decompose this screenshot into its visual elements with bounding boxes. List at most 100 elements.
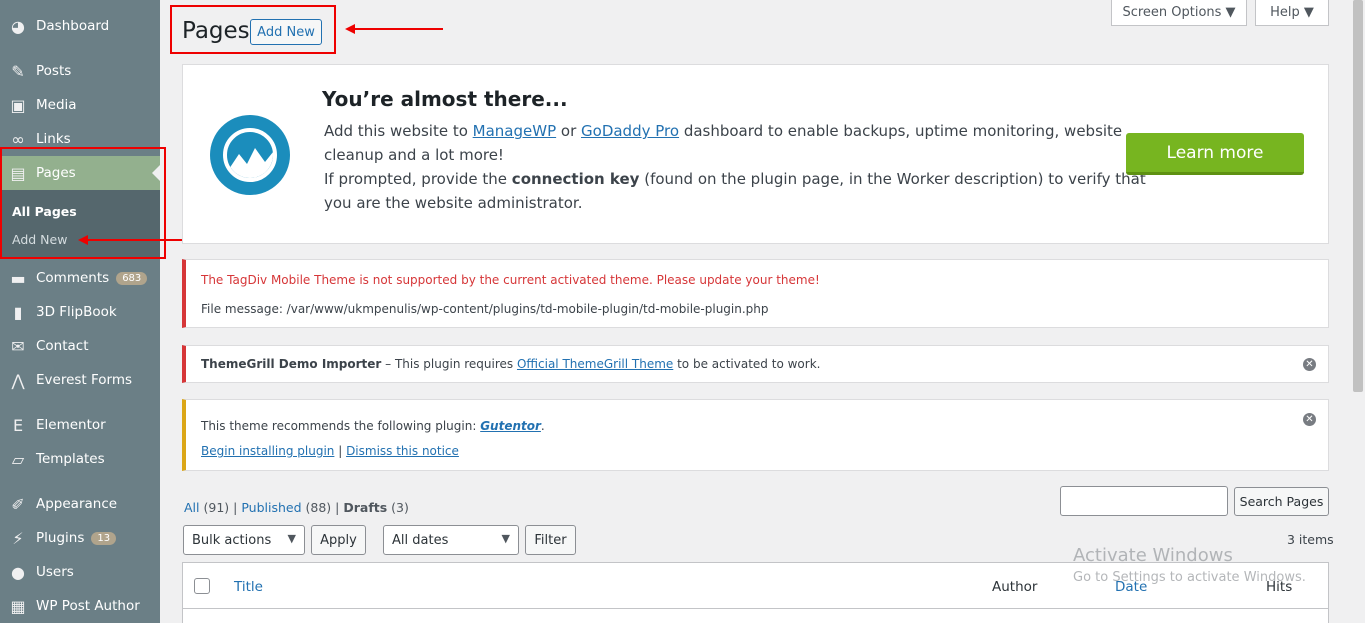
sidebar-item-label: Posts xyxy=(36,63,72,79)
column-title[interactable]: Title xyxy=(234,579,263,595)
action-separator: | xyxy=(334,444,347,458)
close-icon[interactable]: ✕ xyxy=(1303,413,1316,426)
help-tab[interactable]: Help ▼ xyxy=(1255,0,1329,26)
godaddy-pro-link[interactable]: GoDaddy Pro xyxy=(581,122,679,140)
close-icon[interactable]: ✕ xyxy=(1303,358,1316,371)
book-icon: ▮ xyxy=(13,302,23,322)
media-icon: ▣ xyxy=(10,95,26,115)
connection-key-text: connection key xyxy=(511,170,640,188)
sidebar-item-users[interactable]: ● Users xyxy=(0,555,160,589)
elementor-icon: E xyxy=(12,415,24,435)
sidebar-item-label: 3D FlipBook xyxy=(36,304,117,320)
select-all-checkbox[interactable] xyxy=(194,578,210,594)
filter-sep: | xyxy=(229,500,242,515)
managewp-line-3: If prompted, provide the connection key … xyxy=(324,170,1146,188)
bulk-actions-value: Bulk actions xyxy=(192,532,272,548)
dates-select[interactable]: All dates ▼ xyxy=(383,525,519,555)
items-count: 3 items xyxy=(1287,532,1334,547)
sidebar-item-label: Comments xyxy=(36,270,110,286)
sidebar-item-posts[interactable]: ✎ Posts xyxy=(0,54,160,88)
search-pages-input[interactable] xyxy=(1060,486,1228,516)
comment-icon: ▬ xyxy=(10,268,26,288)
themegrill-text: ThemeGrill Demo Importer – This plugin r… xyxy=(201,357,820,371)
themegrill-post: to be activated to work. xyxy=(673,357,821,371)
apply-button[interactable]: Apply xyxy=(311,525,366,555)
sidebar-item-label: WP Post Author xyxy=(36,598,140,614)
dashboard-icon: ◕ xyxy=(11,16,25,36)
sidebar-item-comments[interactable]: ▬ Comments 683 xyxy=(0,261,160,295)
search-pages-button[interactable]: Search Pages xyxy=(1234,487,1329,516)
author-icon: ▦ xyxy=(10,596,26,616)
filter-button[interactable]: Filter xyxy=(525,525,576,555)
mountain-icon xyxy=(227,148,273,178)
scrollbar-thumb[interactable] xyxy=(1353,0,1363,392)
plugin-recommendation-text: This theme recommends the following plug… xyxy=(201,419,545,433)
bulk-actions-select[interactable]: Bulk actions ▼ xyxy=(183,525,305,555)
managewp-notice: You’re almost there... Add this website … xyxy=(182,64,1329,244)
tagdiv-file-message: File message: /var/www/ukmpenulis/wp-con… xyxy=(201,302,769,316)
managewp-line-4: you are the website administrator. xyxy=(324,194,583,212)
screen-options-tab[interactable]: Screen Options ▼ xyxy=(1111,0,1247,26)
sidebar-item-appearance[interactable]: ✐ Appearance xyxy=(0,487,160,521)
sidebar-item-wp-post-author[interactable]: ▦ WP Post Author xyxy=(0,589,160,623)
sidebar-item-label: Links xyxy=(36,131,71,147)
filter-drafts-current[interactable]: Drafts xyxy=(343,500,387,515)
dismiss-notice-link[interactable]: Dismiss this notice xyxy=(346,444,459,458)
filter-sep: | xyxy=(331,500,344,515)
sidebar-item-label: Elementor xyxy=(36,417,106,433)
plugin-post: . xyxy=(540,419,545,433)
sidebar-item-media[interactable]: ▣ Media xyxy=(0,88,160,122)
link-icon: ∞ xyxy=(11,129,25,149)
sidebar-item-dashboard[interactable]: ◕ Dashboard xyxy=(0,9,160,43)
sidebar-item-label: Plugins xyxy=(36,530,85,546)
user-icon: ● xyxy=(11,562,25,582)
plugin-recommendation-notice: This theme recommends the following plug… xyxy=(182,399,1329,471)
plugin-pre: This theme recommends the following plug… xyxy=(201,419,481,433)
official-themegrill-link[interactable]: Official ThemeGrill Theme xyxy=(517,357,673,371)
tagdiv-error-notice: The TagDiv Mobile Theme is not supported… xyxy=(182,259,1329,328)
themegrill-mid: – This plugin requires xyxy=(381,357,517,371)
folder-icon: ▱ xyxy=(11,449,25,469)
sidebar-item-everest-forms[interactable]: ⋀ Everest Forms xyxy=(0,363,160,397)
page-title: Pages xyxy=(182,18,250,44)
header-arrow-line xyxy=(353,28,443,30)
sidebar-item-3d-flipbook[interactable]: ▮ 3D FlipBook xyxy=(0,295,160,329)
begin-installing-link[interactable]: Begin installing plugin xyxy=(201,444,334,458)
managewp-link[interactable]: ManageWP xyxy=(473,122,556,140)
sidebar-arrow-head xyxy=(78,235,88,245)
sidebar-item-elementor[interactable]: E Elementor xyxy=(0,408,160,442)
sidebar-item-label: Templates xyxy=(36,451,105,467)
dates-value: All dates xyxy=(392,532,449,548)
sidebar-item-label: Dashboard xyxy=(36,18,110,34)
activate-windows-subtitle: Go to Settings to activate Windows. xyxy=(1073,570,1306,585)
sidebar-item-label: Appearance xyxy=(36,496,118,512)
pin-icon: ✎ xyxy=(11,61,25,81)
filter-published-link[interactable]: Published xyxy=(241,500,301,515)
drafts-count: (3) xyxy=(391,500,409,515)
activate-windows-title: Activate Windows xyxy=(1073,545,1233,566)
all-count: (91) xyxy=(203,500,230,515)
column-author: Author xyxy=(992,579,1038,595)
add-new-button[interactable]: Add New xyxy=(250,19,322,45)
sidebar-item-plugins[interactable]: ⚡ Plugins 13 xyxy=(0,521,160,555)
managewp-line-1: Add this website to ManageWP or GoDaddy … xyxy=(324,122,1122,140)
learn-more-button[interactable]: Learn more xyxy=(1126,133,1304,175)
gutentor-link[interactable]: Gutentor xyxy=(480,419,541,433)
mwp-line3-pre: If prompted, provide the xyxy=(324,170,512,188)
brush-icon: ✐ xyxy=(11,494,25,514)
themegrill-notice: ThemeGrill Demo Importer – This plugin r… xyxy=(182,345,1329,383)
mwp-line1-mid: or xyxy=(556,122,582,140)
plug-icon: ⚡ xyxy=(12,528,24,548)
sidebar-item-contact[interactable]: ✉ Contact xyxy=(0,329,160,363)
themegrill-plugin-name: ThemeGrill Demo Importer xyxy=(201,357,382,371)
chevron-down-icon: ▼ xyxy=(501,532,510,545)
mwp-line1-pre: Add this website to xyxy=(324,122,473,140)
tagdiv-error-title: The TagDiv Mobile Theme is not supported… xyxy=(201,273,820,287)
sidebar-item-templates[interactable]: ▱ Templates xyxy=(0,442,160,476)
count-badge: 13 xyxy=(91,531,117,545)
managewp-logo-icon xyxy=(210,115,290,195)
plugin-actions: Begin installing plugin | Dismiss this n… xyxy=(201,444,459,458)
scrollbar[interactable] xyxy=(1351,0,1365,623)
managewp-title: You’re almost there... xyxy=(322,87,568,111)
filter-all-link[interactable]: All xyxy=(184,500,200,515)
